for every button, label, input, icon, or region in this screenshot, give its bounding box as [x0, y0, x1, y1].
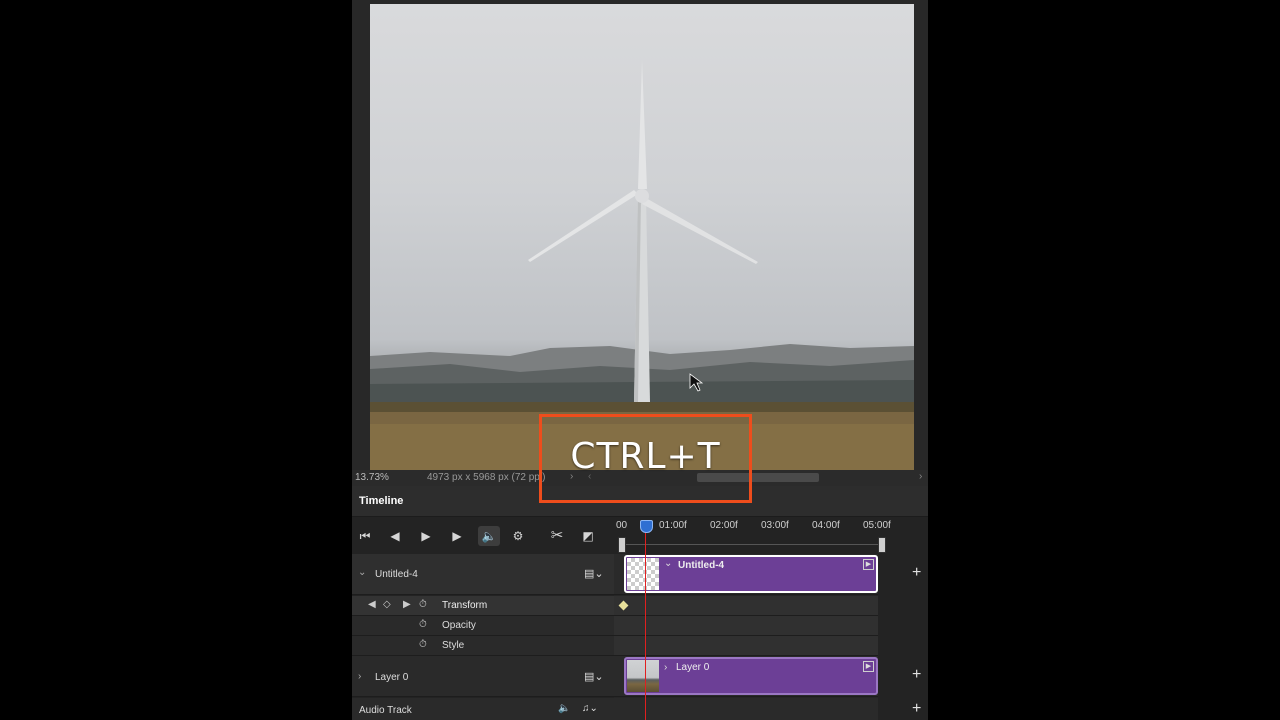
stopwatch-icon[interactable]: ⏱ — [419, 619, 427, 630]
speaker-icon[interactable]: 🔈 — [558, 703, 570, 714]
property-label: Style — [442, 640, 465, 651]
next-keyframe-icon[interactable]: ▶ — [403, 599, 411, 610]
clip-name: Untitled-4 — [678, 560, 725, 571]
track-name: Audio Track — [359, 705, 412, 716]
document-info[interactable]: 4973 px x 5968 px (72 ppi) — [427, 472, 545, 483]
layer-lane[interactable]: › Layer 0 ▶ — [614, 656, 878, 697]
stopwatch-icon[interactable]: ⏱ — [419, 639, 427, 650]
stopwatch-icon[interactable]: ⏱ — [419, 599, 427, 610]
property-row-style[interactable]: ⏱ Style — [352, 636, 614, 656]
playback-controls: ⏮ ◀ ▶ ▶ 🔈 ⚙ ✂ ◩ — [352, 518, 614, 554]
add-media-plus-icon[interactable]: + — [912, 564, 921, 582]
ruler-tick: 04:00f — [812, 520, 840, 531]
film-strip-menu-icon[interactable]: ▤⌄ — [584, 567, 604, 580]
next-frame-icon[interactable]: ▶ — [446, 526, 468, 546]
music-note-menu-icon[interactable]: ♫⌄ — [582, 703, 598, 714]
clip-layer-0[interactable]: › Layer 0 ▶ — [624, 657, 878, 695]
scroll-right-icon[interactable]: › — [919, 471, 922, 482]
add-keyframe-icon[interactable]: ◇ — [383, 599, 391, 610]
time-ruler[interactable]: 00 01:00f 02:00f 03:00f 04:00f 05:00f — [614, 518, 928, 536]
style-lane[interactable] — [614, 636, 878, 656]
previous-frame-icon[interactable]: ◀ — [384, 526, 406, 546]
ruler-tick: 01:00f — [659, 520, 687, 531]
track-header-audio[interactable]: Audio Track 🔈 ♫⌄ — [352, 698, 614, 720]
playhead-handle[interactable] — [640, 520, 653, 533]
clip-thumbnail — [627, 558, 659, 590]
mute-audio-icon[interactable]: 🔈 — [478, 526, 500, 546]
track-header-group[interactable]: ⌄ Untitled-4 ▤⌄ — [352, 554, 614, 595]
track-headers: ⌄ Untitled-4 ▤⌄ ◀ ◇ ▶ ⏱ Transform ⏱ Opac… — [352, 554, 614, 720]
play-icon[interactable]: ▶ — [415, 526, 437, 546]
property-row-opacity[interactable]: ⏱ Opacity — [352, 616, 614, 636]
clip-thumbnail — [627, 660, 659, 692]
add-media-plus-icon[interactable]: + — [912, 666, 921, 684]
track-name: Untitled-4 — [375, 569, 418, 580]
zoom-level[interactable]: 13.73% — [355, 472, 389, 483]
playback-settings-gear-icon[interactable]: ⚙ — [507, 526, 529, 546]
ruler-tick: 03:00f — [761, 520, 789, 531]
playhead-line — [645, 522, 646, 720]
opacity-lane[interactable] — [614, 616, 878, 636]
ruler-tick: 00 — [616, 520, 628, 531]
add-audio-plus-icon[interactable]: + — [912, 700, 921, 718]
collapse-chevron-icon[interactable]: ⌄ — [358, 567, 366, 578]
clip-expand-chevron-icon[interactable]: › — [664, 662, 667, 673]
keyframe-diamond[interactable] — [618, 600, 629, 611]
ruler-tick: 05:00f — [863, 520, 891, 531]
shortcut-overlay-text: CTRL+T — [570, 436, 721, 477]
property-label: Transform — [442, 600, 488, 611]
transition-icon[interactable]: ◩ — [577, 526, 599, 546]
transform-lane[interactable] — [614, 596, 878, 616]
property-label: Opacity — [442, 620, 476, 631]
work-area-bar[interactable] — [618, 536, 886, 553]
group-lane[interactable]: ⌄ Untitled-4 ▶ — [614, 554, 878, 595]
track-header-layer[interactable]: › Layer 0 ▤⌄ — [352, 656, 614, 697]
go-to-first-frame-icon[interactable]: ⏮ — [354, 526, 376, 546]
ruler-tick: 02:00f — [710, 520, 738, 531]
timeline-tracks: ⌄ Untitled-4 ▶ › Layer 0 ▶ — [614, 554, 878, 720]
audio-lane[interactable] — [614, 698, 878, 720]
property-row-transform[interactable]: ◀ ◇ ▶ ⏱ Transform — [352, 596, 614, 616]
prev-keyframe-icon[interactable]: ◀ — [368, 599, 376, 610]
work-area-start-handle[interactable] — [618, 537, 626, 553]
film-strip-menu-icon[interactable]: ▤⌄ — [584, 670, 604, 683]
expand-chevron-icon[interactable]: › — [358, 671, 361, 682]
track-name: Layer 0 — [375, 672, 409, 683]
clip-transition-menu-icon[interactable]: ▶ — [863, 559, 874, 570]
clip-untitled-4[interactable]: ⌄ Untitled-4 ▶ — [624, 555, 878, 593]
split-at-playhead-scissors-icon[interactable]: ✂ — [546, 526, 568, 546]
document-canvas[interactable] — [352, 0, 928, 470]
clip-collapse-chevron-icon[interactable]: ⌄ — [664, 558, 672, 569]
clip-transition-menu-icon[interactable]: ▶ — [863, 661, 874, 672]
wind-turbine-photo[interactable] — [370, 4, 914, 470]
photoshop-window: 13.73% 4973 px x 5968 px (72 ppi) › ‹ › … — [352, 0, 928, 720]
work-area-end-handle[interactable] — [878, 537, 886, 553]
clip-name: Layer 0 — [676, 662, 710, 673]
tab-timeline[interactable]: Timeline — [359, 495, 403, 507]
